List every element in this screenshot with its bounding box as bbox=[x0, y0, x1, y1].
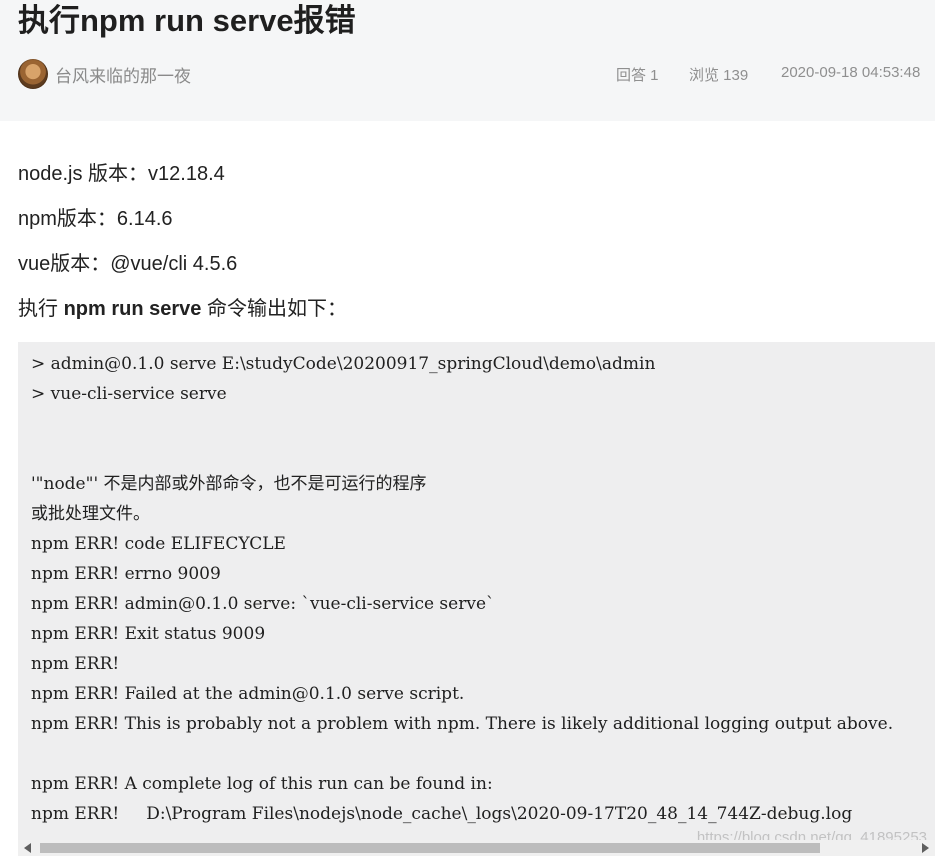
code-line: > vue-cli-service serve bbox=[31, 384, 227, 404]
question-header: 执行npm run serve报错 台风来临的那一夜 回答 1 浏览 139 2… bbox=[0, 0, 935, 121]
view-count: 浏览 139 bbox=[689, 67, 749, 84]
exec-suffix: 命令输出如下： bbox=[201, 298, 347, 320]
code-output-block: > admin@0.1.0 serve E:\studyCode\2020091… bbox=[18, 342, 935, 856]
author-name[interactable]: 台风来临的那一夜 bbox=[55, 62, 191, 87]
code-line: > admin@0.1.0 serve E:\studyCode\2020091… bbox=[31, 354, 656, 374]
code-line: npm ERR! D:\Program Files\nodejs\node_ca… bbox=[31, 804, 853, 824]
code-line: npm ERR! Failed at the admin@0.1.0 serve… bbox=[31, 684, 465, 704]
vue-version-text: vue版本：@vue/cli 4.5.6 bbox=[18, 253, 238, 275]
scrollbar-thumb[interactable] bbox=[40, 843, 820, 853]
code-line: 或批处理文件。 bbox=[31, 504, 150, 524]
code-line: npm ERR! admin@0.1.0 serve: `vue-cli-ser… bbox=[31, 594, 495, 614]
exec-prefix: 执行 bbox=[18, 298, 64, 320]
question-title: 执行npm run serve报错 bbox=[18, 3, 356, 38]
exec-command: npm run serve bbox=[63, 298, 202, 320]
horizontal-scrollbar[interactable] bbox=[18, 840, 935, 856]
npm-version-text: npm版本：6.14.6 bbox=[18, 208, 173, 230]
code-line: npm ERR! bbox=[31, 654, 120, 674]
code-line: npm ERR! errno 9009 bbox=[31, 564, 221, 584]
node-version-text: node.js 版本：v12.18.4 bbox=[18, 163, 225, 185]
code-line: '"node"' 不是内部或外部命令，也不是可运行的程序 bbox=[31, 474, 427, 494]
execution-description: 执行 npm run serve 命令输出如下： bbox=[18, 285, 347, 333]
post-date: 2020-09-18 04:53:48 bbox=[781, 64, 921, 81]
scroll-left-arrow-icon[interactable] bbox=[24, 843, 31, 853]
answer-count: 回答 1 bbox=[616, 67, 659, 84]
scroll-right-arrow-icon[interactable] bbox=[922, 843, 929, 853]
user-avatar-icon[interactable] bbox=[18, 59, 48, 89]
code-line: npm ERR! code ELIFECYCLE bbox=[31, 534, 286, 554]
code-line: npm ERR! Exit status 9009 bbox=[31, 624, 266, 644]
code-line: npm ERR! A complete log of this run can … bbox=[31, 774, 493, 794]
author-info[interactable]: 台风来临的那一夜 bbox=[18, 58, 191, 90]
code-line: npm ERR! This is probably not a problem … bbox=[31, 714, 894, 734]
